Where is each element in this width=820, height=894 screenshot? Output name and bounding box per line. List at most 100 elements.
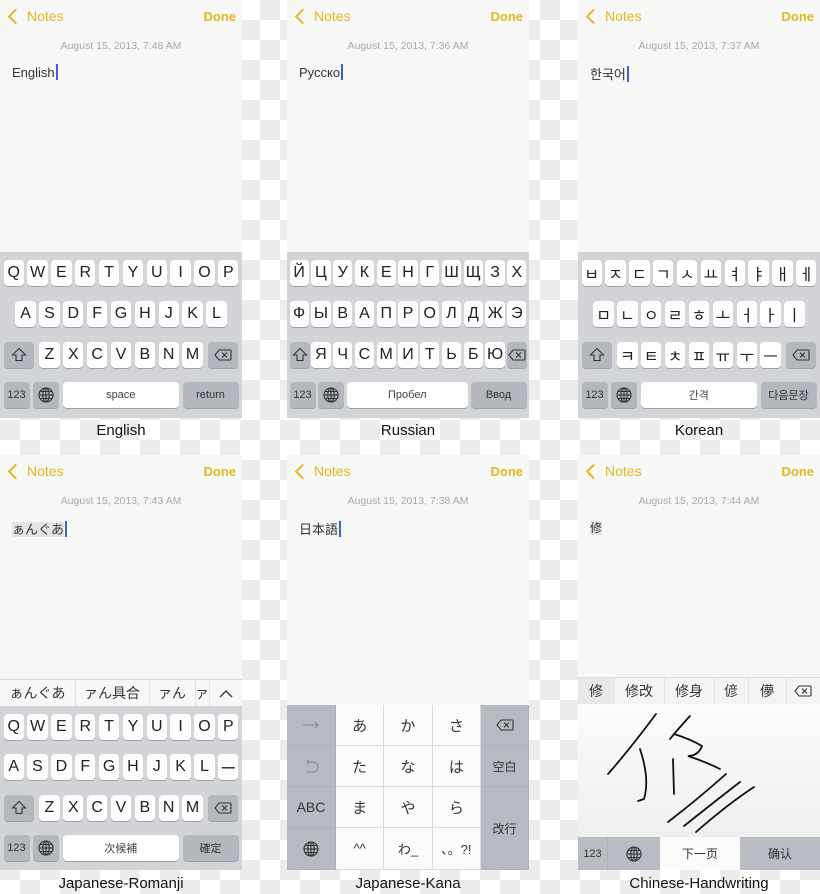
letter-key[interactable]: Ф	[289, 300, 309, 327]
done-button[interactable]: Done	[491, 464, 524, 479]
letter-key[interactable]: J	[158, 300, 179, 327]
kana-key[interactable]: さ	[432, 705, 481, 746]
letter-key[interactable]: Т	[420, 341, 440, 368]
letter-key[interactable]: ㅂ	[581, 260, 602, 286]
delete-key[interactable]	[481, 705, 529, 746]
globe-key[interactable]	[33, 834, 59, 861]
letter-key[interactable]: ㅠ	[712, 341, 734, 368]
done-button[interactable]: Done	[782, 464, 815, 479]
done-button[interactable]: Done	[204, 464, 237, 479]
letter-key[interactable]: G	[110, 300, 132, 327]
letter-key[interactable]: ㅕ	[724, 260, 745, 286]
back-button[interactable]: Notes	[7, 463, 64, 479]
handwriting-canvas[interactable]	[578, 704, 820, 837]
space-key[interactable]: space	[62, 382, 179, 409]
letter-key[interactable]: Н	[398, 260, 418, 286]
kana-key[interactable]: な	[384, 746, 433, 787]
letter-key[interactable]: ㅡ	[760, 341, 781, 368]
globe-key[interactable]	[33, 382, 59, 409]
done-button[interactable]: Done	[491, 9, 524, 24]
letter-key[interactable]: B	[134, 794, 156, 821]
abc-key[interactable]: ABC	[287, 787, 336, 828]
kana-key[interactable]: ま	[336, 787, 385, 828]
letter-key[interactable]: Б	[463, 341, 483, 368]
note-text-area[interactable]: ぁんぐあ	[12, 519, 68, 538]
numbers-key[interactable]: 123	[578, 837, 608, 870]
back-button[interactable]: Notes	[7, 8, 64, 24]
letter-key[interactable]: C	[86, 794, 108, 821]
letter-key[interactable]: ㅐ	[772, 260, 793, 286]
letter-key[interactable]: ㅑ	[748, 260, 769, 286]
letter-key[interactable]: N	[158, 341, 179, 368]
letter-key[interactable]: T	[98, 260, 120, 286]
letter-key[interactable]: В	[333, 300, 353, 327]
delete-key[interactable]	[785, 341, 817, 368]
numbers-key[interactable]: 123	[3, 382, 30, 409]
letter-key[interactable]: S	[39, 300, 60, 327]
numbers-key[interactable]: 123	[3, 834, 30, 861]
back-button[interactable]: Notes	[585, 8, 642, 24]
return-key[interactable]: 다음문장	[760, 382, 817, 409]
note-text-area[interactable]: 日本語	[299, 519, 342, 538]
letter-key[interactable]: Ш	[441, 260, 462, 286]
letter-key[interactable]: S	[27, 754, 48, 781]
done-button[interactable]: Done	[782, 9, 815, 24]
candidate-item[interactable]: ァ	[195, 680, 210, 706]
letter-key[interactable]: ㅈ	[605, 260, 626, 286]
letter-key[interactable]: ㅊ	[664, 341, 686, 368]
letter-key[interactable]: O	[194, 260, 215, 286]
kana-key[interactable]: や	[384, 787, 433, 828]
kana-key[interactable]: あ	[336, 705, 385, 746]
letter-key[interactable]: W	[27, 260, 48, 286]
letter-key[interactable]: Г	[420, 260, 440, 286]
confirm-key[interactable]: 确认	[740, 837, 820, 870]
space-key[interactable]: 空白	[481, 746, 529, 787]
letter-key[interactable]: Й	[289, 260, 309, 286]
undo-key[interactable]	[287, 746, 336, 787]
letter-key[interactable]: Z	[39, 341, 60, 368]
letter-key[interactable]: Ы	[311, 300, 331, 327]
back-button[interactable]: Notes	[294, 8, 351, 24]
letter-key[interactable]: Д	[463, 300, 483, 327]
shift-key[interactable]	[289, 341, 310, 368]
letter-key[interactable]: К	[354, 260, 375, 286]
letter-key[interactable]: D	[63, 300, 84, 327]
letter-key[interactable]: О	[420, 300, 440, 327]
letter-key[interactable]: У	[333, 260, 353, 286]
candidate-item[interactable]: ぁんぐあ	[0, 680, 76, 706]
kana-key[interactable]: た	[336, 746, 385, 787]
letter-key[interactable]: N	[158, 794, 179, 821]
letter-key[interactable]: Щ	[463, 260, 483, 286]
letter-key[interactable]: Р	[398, 300, 418, 327]
candidate-item[interactable]: 儚	[748, 678, 787, 704]
delete-key[interactable]	[207, 794, 239, 821]
letter-key[interactable]: H	[134, 300, 156, 327]
letter-key[interactable]: O	[194, 714, 215, 740]
globe-key[interactable]	[608, 837, 660, 870]
shift-key[interactable]	[3, 794, 35, 821]
letter-key[interactable]: Ь	[441, 341, 462, 368]
letter-key[interactable]: P	[218, 260, 239, 286]
letter-key[interactable]: C	[86, 341, 108, 368]
candidate-item[interactable]: 修身	[664, 678, 715, 704]
letter-key[interactable]: ㅇ	[641, 300, 662, 327]
letter-key[interactable]: A	[15, 300, 36, 327]
letter-key[interactable]: H	[122, 754, 144, 781]
letter-key[interactable]: A	[3, 754, 24, 781]
note-text-area[interactable]: 한국어	[590, 64, 629, 83]
letter-key[interactable]: Ж	[485, 300, 505, 327]
letter-key[interactable]: ㅎ	[688, 300, 710, 327]
candidate-item[interactable]: 偐	[714, 678, 749, 704]
kana-key[interactable]: ら	[432, 787, 481, 828]
letter-key[interactable]: R	[75, 260, 96, 286]
letter-key[interactable]: ㅔ	[796, 260, 817, 286]
letter-key[interactable]: ㅌ	[641, 341, 662, 368]
kana-key[interactable]: は	[432, 746, 481, 787]
letter-key[interactable]: Y	[122, 714, 144, 740]
delete-button[interactable]	[786, 678, 820, 704]
letter-key[interactable]: ㄴ	[617, 300, 638, 327]
back-button[interactable]: Notes	[294, 463, 351, 479]
letter-key[interactable]: W	[27, 714, 48, 740]
letter-key[interactable]: Х	[507, 260, 527, 286]
letter-key[interactable]: ㅁ	[593, 300, 614, 327]
